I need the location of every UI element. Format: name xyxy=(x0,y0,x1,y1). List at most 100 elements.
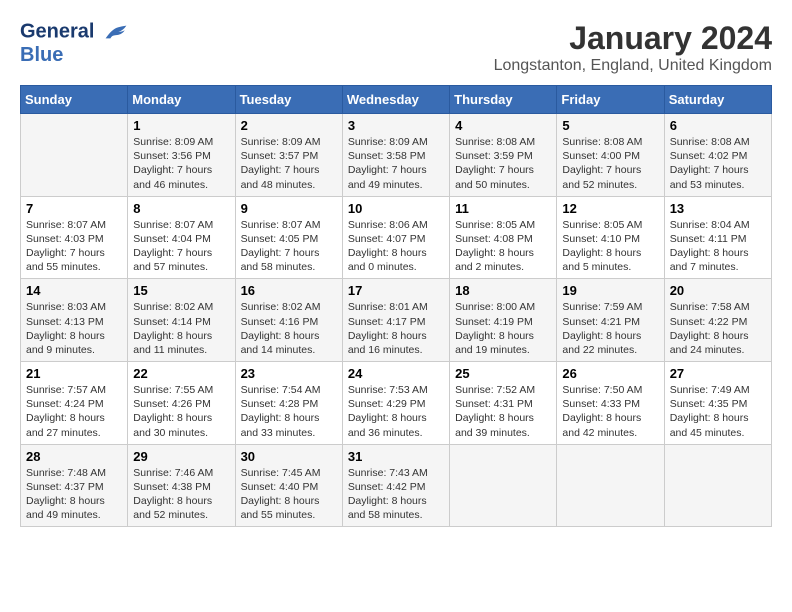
day-info: Sunrise: 8:03 AMSunset: 4:13 PMDaylight:… xyxy=(26,300,122,357)
day-info: Sunrise: 7:58 AMSunset: 4:22 PMDaylight:… xyxy=(670,300,766,357)
day-number: 1 xyxy=(133,118,229,133)
day-number: 11 xyxy=(455,201,551,216)
calendar-week-1: 1 Sunrise: 8:09 AMSunset: 3:56 PMDaylight… xyxy=(21,114,772,197)
day-info: Sunrise: 8:08 AMSunset: 3:59 PMDaylight:… xyxy=(455,135,551,192)
calendar-week-4: 21Sunrise: 7:57 AMSunset: 4:24 PMDayligh… xyxy=(21,362,772,445)
calendar-cell: 31 Sunrise: 7:43 AMSunset: 4:42 PMDayligh… xyxy=(342,444,449,527)
col-sunday: Sunday xyxy=(21,86,128,114)
day-info: Sunrise: 8:01 AMSunset: 4:17 PMDaylight:… xyxy=(348,300,444,357)
day-number: 8 xyxy=(133,201,229,216)
day-info: Sunrise: 8:08 AMSunset: 4:00 PMDaylight:… xyxy=(562,135,658,192)
day-info: Sunrise: 8:09 AMSunset: 3:57 PMDaylight:… xyxy=(241,135,337,192)
day-info: Sunrise: 7:45 AMSunset: 4:40 PMDaylight:… xyxy=(241,466,337,523)
calendar-body: 1 Sunrise: 8:09 AMSunset: 3:56 PMDaylight… xyxy=(21,114,772,527)
calendar-cell: 15Sunrise: 8:02 AMSunset: 4:14 PMDayligh… xyxy=(128,279,235,362)
calendar-cell: 2Sunrise: 8:09 AMSunset: 3:57 PMDaylight… xyxy=(235,114,342,197)
month-title: January 2024 xyxy=(494,20,772,57)
day-info: Sunrise: 7:54 AMSunset: 4:28 PMDaylight:… xyxy=(241,383,337,440)
day-number: 13 xyxy=(670,201,766,216)
day-number: 15 xyxy=(133,283,229,298)
day-number: 10 xyxy=(348,201,444,216)
day-number: 20 xyxy=(670,283,766,298)
calendar-cell: 6Sunrise: 8:08 AMSunset: 4:02 PMDaylight… xyxy=(664,114,771,197)
day-info: Sunrise: 7:49 AMSunset: 4:35 PMDaylight:… xyxy=(670,383,766,440)
day-number: 19 xyxy=(562,283,658,298)
day-info: Sunrise: 7:43 AMSunset: 4:42 PMDaylight:… xyxy=(348,466,444,523)
day-info: Sunrise: 8:02 AMSunset: 4:16 PMDaylight:… xyxy=(241,300,337,357)
day-info: Sunrise: 7:55 AMSunset: 4:26 PMDaylight:… xyxy=(133,383,229,440)
logo-text-general: General xyxy=(20,20,94,42)
day-number: 28 xyxy=(26,449,122,464)
calendar-header: Sunday Monday Tuesday Wednesday Thursday… xyxy=(21,86,772,114)
calendar-cell xyxy=(450,444,557,527)
header-row: Sunday Monday Tuesday Wednesday Thursday… xyxy=(21,86,772,114)
day-info: Sunrise: 8:04 AMSunset: 4:11 PMDaylight:… xyxy=(670,218,766,275)
calendar-cell xyxy=(557,444,664,527)
calendar-cell: 23 Sunrise: 7:54 AMSunset: 4:28 PMDayligh… xyxy=(235,362,342,445)
calendar-cell: 10 Sunrise: 8:06 AMSunset: 4:07 PMDayligh… xyxy=(342,196,449,279)
col-tuesday: Tuesday xyxy=(235,86,342,114)
day-info: Sunrise: 8:09 AMSunset: 3:58 PMDaylight:… xyxy=(348,135,444,192)
day-info: Sunrise: 8:07 AMSunset: 4:04 PMDaylight:… xyxy=(133,218,229,275)
calendar-table: Sunday Monday Tuesday Wednesday Thursday… xyxy=(20,85,772,527)
title-section: January 2024 Longstanton, England, Unite… xyxy=(494,20,772,75)
logo-text-blue: Blue xyxy=(20,44,128,66)
calendar-cell: 14 Sunrise: 8:03 AMSunset: 4:13 PMDayligh… xyxy=(21,279,128,362)
day-number: 4 xyxy=(455,118,551,133)
calendar-week-5: 28 Sunrise: 7:48 AMSunset: 4:37 PMDayligh… xyxy=(21,444,772,527)
day-number: 21 xyxy=(26,366,122,381)
calendar-cell xyxy=(21,114,128,197)
calendar-week-2: 7Sunrise: 8:07 AMSunset: 4:03 PMDaylight… xyxy=(21,196,772,279)
calendar-cell: 3Sunrise: 8:09 AMSunset: 3:58 PMDaylight… xyxy=(342,114,449,197)
day-number: 31 xyxy=(348,449,444,464)
calendar-cell: 18Sunrise: 8:00 AMSunset: 4:19 PMDayligh… xyxy=(450,279,557,362)
page-header: General Blue January 2024 Longstanton, E… xyxy=(20,20,772,75)
day-number: 25 xyxy=(455,366,551,381)
calendar-cell: 22 Sunrise: 7:55 AMSunset: 4:26 PMDayligh… xyxy=(128,362,235,445)
day-info: Sunrise: 8:09 AMSunset: 3:56 PMDaylight:… xyxy=(133,135,229,192)
col-thursday: Thursday xyxy=(450,86,557,114)
col-friday: Friday xyxy=(557,86,664,114)
day-number: 12 xyxy=(562,201,658,216)
day-info: Sunrise: 8:08 AMSunset: 4:02 PMDaylight:… xyxy=(670,135,766,192)
day-number: 17 xyxy=(348,283,444,298)
col-saturday: Saturday xyxy=(664,86,771,114)
calendar-cell: 16 Sunrise: 8:02 AMSunset: 4:16 PMDayligh… xyxy=(235,279,342,362)
location-subtitle: Longstanton, England, United Kingdom xyxy=(494,57,772,75)
calendar-cell: 7Sunrise: 8:07 AMSunset: 4:03 PMDaylight… xyxy=(21,196,128,279)
day-number: 14 xyxy=(26,283,122,298)
calendar-cell: 26 Sunrise: 7:50 AMSunset: 4:33 PMDayligh… xyxy=(557,362,664,445)
col-wednesday: Wednesday xyxy=(342,86,449,114)
calendar-cell: 29 Sunrise: 7:46 AMSunset: 4:38 PMDayligh… xyxy=(128,444,235,527)
day-info: Sunrise: 8:05 AMSunset: 4:08 PMDaylight:… xyxy=(455,218,551,275)
day-info: Sunrise: 7:50 AMSunset: 4:33 PMDaylight:… xyxy=(562,383,658,440)
day-info: Sunrise: 7:46 AMSunset: 4:38 PMDaylight:… xyxy=(133,466,229,523)
day-info: Sunrise: 7:53 AMSunset: 4:29 PMDaylight:… xyxy=(348,383,444,440)
day-info: Sunrise: 8:07 AMSunset: 4:05 PMDaylight:… xyxy=(241,218,337,275)
day-number: 27 xyxy=(670,366,766,381)
day-info: Sunrise: 7:48 AMSunset: 4:37 PMDaylight:… xyxy=(26,466,122,523)
calendar-cell: 17 Sunrise: 8:01 AMSunset: 4:17 PMDayligh… xyxy=(342,279,449,362)
calendar-cell: 13 Sunrise: 8:04 AMSunset: 4:11 PMDayligh… xyxy=(664,196,771,279)
day-number: 16 xyxy=(241,283,337,298)
day-info: Sunrise: 8:06 AMSunset: 4:07 PMDaylight:… xyxy=(348,218,444,275)
day-info: Sunrise: 7:52 AMSunset: 4:31 PMDaylight:… xyxy=(455,383,551,440)
day-number: 5 xyxy=(562,118,658,133)
day-number: 22 xyxy=(133,366,229,381)
calendar-cell: 25 Sunrise: 7:52 AMSunset: 4:31 PMDayligh… xyxy=(450,362,557,445)
calendar-cell: 12 Sunrise: 8:05 AMSunset: 4:10 PMDayligh… xyxy=(557,196,664,279)
calendar-cell: 27 Sunrise: 7:49 AMSunset: 4:35 PMDayligh… xyxy=(664,362,771,445)
calendar-cell: 30Sunrise: 7:45 AMSunset: 4:40 PMDayligh… xyxy=(235,444,342,527)
day-number: 26 xyxy=(562,366,658,381)
calendar-cell: 1 Sunrise: 8:09 AMSunset: 3:56 PMDaylight… xyxy=(128,114,235,197)
calendar-cell: 5 Sunrise: 8:08 AMSunset: 4:00 PMDaylight… xyxy=(557,114,664,197)
calendar-cell: 8 Sunrise: 8:07 AMSunset: 4:04 PMDaylight… xyxy=(128,196,235,279)
day-number: 29 xyxy=(133,449,229,464)
day-info: Sunrise: 8:05 AMSunset: 4:10 PMDaylight:… xyxy=(562,218,658,275)
calendar-cell: 9Sunrise: 8:07 AMSunset: 4:05 PMDaylight… xyxy=(235,196,342,279)
calendar-cell: 19Sunrise: 7:59 AMSunset: 4:21 PMDayligh… xyxy=(557,279,664,362)
day-number: 18 xyxy=(455,283,551,298)
calendar-cell: 28 Sunrise: 7:48 AMSunset: 4:37 PMDayligh… xyxy=(21,444,128,527)
day-info: Sunrise: 8:07 AMSunset: 4:03 PMDaylight:… xyxy=(26,218,122,275)
day-number: 23 xyxy=(241,366,337,381)
